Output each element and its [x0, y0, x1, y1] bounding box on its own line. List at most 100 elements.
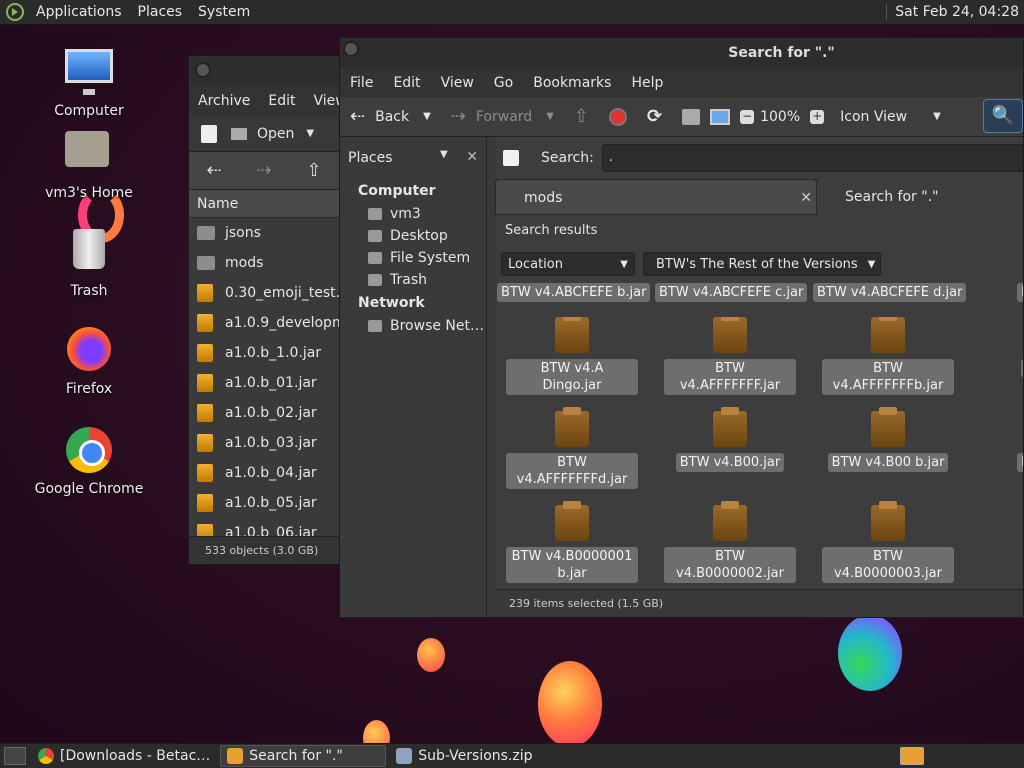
system-menu[interactable]: System — [190, 4, 258, 20]
chevron-down-icon[interactable]: ▼ — [440, 149, 448, 160]
home-button[interactable] — [682, 108, 701, 125]
sidebar-item[interactable]: File System — [340, 247, 486, 269]
list-item[interactable]: a1.0.b_04.jar — [189, 458, 347, 488]
list-item[interactable]: a1.0.b_1.0.jar — [189, 338, 347, 368]
view-mode-select[interactable]: Icon View ▼ — [840, 109, 941, 125]
sidebar-item[interactable]: Trash — [340, 269, 486, 291]
zoom-out-icon[interactable]: − — [740, 109, 755, 124]
open-button[interactable]: Open — [257, 126, 294, 142]
file-item-label: BTW v4.B0000002.jar — [664, 547, 796, 583]
menu-go[interactable]: Go — [484, 75, 523, 91]
sidebar-item[interactable]: vm3 — [340, 203, 486, 225]
file-item[interactable]: BTW v4.B0000002.jar — [655, 501, 805, 583]
search-bar: Search: . — [495, 137, 1023, 179]
zoom-in-icon[interactable]: + — [810, 109, 825, 124]
list-item[interactable]: mods — [189, 248, 347, 278]
file-item[interactable]: BTW v4 — [971, 411, 1023, 472]
tab-mods[interactable]: mods ✕ — [495, 179, 817, 215]
list-item[interactable]: a1.0.b_02.jar — [189, 398, 347, 428]
task-label: Sub-Versions.zip — [418, 748, 533, 764]
clock[interactable]: Sat Feb 24, 04:28 — [886, 4, 1019, 20]
location-select[interactable]: Location ▼ — [501, 252, 635, 276]
file-item[interactable]: BTW v4.ABCFEFE b.jar — [497, 283, 651, 302]
file-item[interactable]: BTW v4.ABCFEFE d.jar — [813, 283, 967, 302]
folder-select[interactable]: BTW's The Rest of the Versions ▼ — [643, 252, 881, 276]
window-menu-button[interactable] — [195, 62, 211, 78]
sidebar-item[interactable]: Desktop — [340, 225, 486, 247]
file-item[interactable]: BTW v4.B00.jar — [655, 407, 805, 472]
menu-view[interactable]: View — [431, 75, 484, 91]
search-input[interactable]: . — [601, 144, 1023, 172]
menu-edit[interactable]: Edit — [259, 93, 304, 109]
window-titlebar[interactable] — [189, 56, 347, 86]
list-item[interactable]: jsons — [189, 218, 347, 248]
search-filters: Location ▼ BTW's The Rest of the Version… — [495, 247, 1023, 281]
menu-edit[interactable]: Edit — [383, 75, 430, 91]
list-item[interactable]: a1.0.b_05.jar — [189, 488, 347, 518]
file-item[interactable]: BTW v4.B00 b.jar — [813, 407, 963, 472]
open-icon[interactable] — [231, 127, 247, 140]
up-button[interactable]: ⇧ — [564, 106, 599, 127]
file-item[interactable]: BTW v4.AFFFFFFFb.jar — [813, 317, 963, 395]
menu-help[interactable]: Help — [621, 75, 673, 91]
task-archive[interactable]: Sub-Versions.zip — [390, 745, 538, 767]
file-grid-top-row: BTW v4.ABCFEFE b.jar BTW v4.ABCFEFE c.jar… — [495, 281, 1023, 311]
tab-search[interactable]: Search for "." — [817, 179, 1023, 215]
edit-icon[interactable] — [503, 150, 519, 166]
stop-button[interactable] — [609, 107, 627, 126]
file-item[interactable]: BTW v4.AFFFFFFF.jar — [655, 317, 805, 395]
jar-file-icon — [197, 434, 213, 452]
file-item[interactable]: BTW v4.A Dingo.jar — [497, 317, 647, 395]
file-item-label: BTW v4 — [1017, 283, 1023, 302]
back-button[interactable]: ⇠ Back ▼ — [340, 106, 431, 127]
chevron-down-icon[interactable]: ▼ — [306, 128, 314, 139]
file-item-label: BTW v4.ABCFEFE d.jar — [813, 283, 967, 302]
close-icon[interactable]: ✕ — [800, 180, 812, 216]
list-item[interactable]: a1.0.b_03.jar — [189, 428, 347, 458]
up-icon[interactable]: ⇧ — [289, 160, 339, 181]
file-manager-window[interactable]: Search for "." File Edit View Go Bookmar… — [339, 37, 1024, 618]
new-archive-icon[interactable] — [201, 124, 217, 143]
list-item[interactable]: 0.30_emoji_test.jar — [189, 278, 347, 308]
desktop-icon-firefox[interactable]: Firefox — [29, 325, 149, 397]
desktop-icon-label: Trash — [70, 283, 108, 299]
computer-icon — [710, 108, 731, 125]
search-toggle-button[interactable]: 🔍 — [983, 99, 1023, 133]
results-title: Search results — [505, 223, 598, 238]
file-item[interactable]: BTW v4.ABCFEFE c.jar — [655, 283, 808, 302]
chevron-down-icon[interactable]: ▼ — [423, 111, 431, 122]
show-desktop-icon[interactable] — [4, 747, 26, 765]
close-icon[interactable]: ✕ — [466, 149, 478, 165]
file-item[interactable]: BTW v — [971, 317, 1023, 378]
forward-button[interactable]: ⇢ Forward ▼ — [441, 106, 554, 127]
sidebar-header[interactable]: Places ▼ ✕ — [340, 137, 486, 179]
sidebar-item[interactable]: Browse Net… — [340, 315, 486, 337]
menu-bookmarks[interactable]: Bookmarks — [523, 75, 621, 91]
applications-menu[interactable]: Applications — [28, 4, 130, 20]
task-downloads[interactable]: [Downloads - Betac… — [32, 745, 216, 767]
file-item[interactable]: BTW v4.B0000001 b.jar — [497, 501, 647, 583]
archive-manager-window[interactable]: Archive Edit View Open ▼ ⇠ ⇢ ⇧ Name json… — [188, 55, 348, 565]
forward-icon[interactable]: ⇢ — [239, 160, 289, 181]
task-search[interactable]: Search for "." — [220, 745, 387, 767]
places-menu[interactable]: Places — [130, 4, 191, 20]
menu-file[interactable]: File — [340, 75, 383, 91]
desktop-icon-computer[interactable]: Computer — [29, 45, 149, 119]
menu-archive[interactable]: Archive — [189, 93, 259, 109]
back-icon[interactable]: ⇠ — [189, 160, 239, 181]
computer-button[interactable] — [710, 108, 731, 125]
distro-logo-icon[interactable] — [6, 3, 24, 21]
file-item[interactable]: BTW v4.AFFFFFFFd.jar — [497, 407, 647, 489]
workspace-switcher-icon[interactable] — [900, 747, 924, 765]
window-titlebar[interactable]: Search for "." — [340, 38, 1023, 69]
desktop-icon-chrome[interactable]: Google Chrome — [29, 425, 149, 497]
file-item[interactable]: BTW v4.B0000003.jar — [813, 501, 963, 583]
list-item[interactable]: a1.0.9_developmen — [189, 308, 347, 338]
reload-button[interactable]: ⟳ — [637, 106, 672, 127]
list-item[interactable]: a1.0.b_01.jar — [189, 368, 347, 398]
desktop-icon-trash[interactable]: Trash — [29, 225, 149, 299]
column-header-name[interactable]: Name — [189, 190, 347, 218]
chevron-down-icon[interactable]: ▼ — [546, 111, 554, 122]
file-item[interactable]: BTW v4 — [971, 283, 1023, 302]
desktop-icon-home[interactable]: vm3's Home — [29, 125, 149, 201]
